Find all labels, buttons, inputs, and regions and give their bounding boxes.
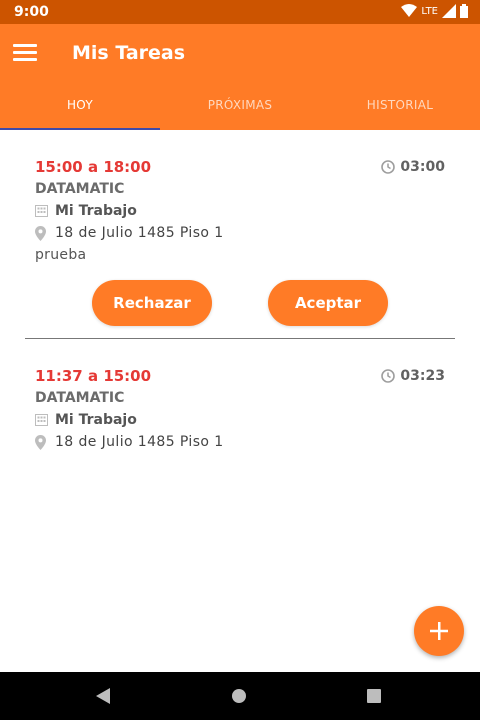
status-bar: 9:00 LTE <box>0 0 480 24</box>
reject-button[interactable]: Rechazar <box>92 280 212 326</box>
tab-proximas[interactable]: PRÓXIMAS <box>160 88 320 130</box>
task-duration: 03:23 <box>381 365 445 387</box>
task-company: DATAMATIC <box>35 181 125 197</box>
task-list: 15:00 a 18:00 03:00 DATAMATIC Mi Trabajo… <box>0 130 480 453</box>
location-pin-icon <box>35 225 55 241</box>
network-type-label: LTE <box>421 5 438 17</box>
plus-icon <box>430 622 448 640</box>
location-pin-icon <box>35 434 55 450</box>
task-workplace: Mi Trabajo <box>55 203 137 219</box>
building-icon <box>35 414 55 426</box>
recents-icon[interactable] <box>367 689 381 703</box>
task-actions: Rechazar Aceptar <box>35 266 445 338</box>
back-icon[interactable] <box>96 688 110 704</box>
building-icon <box>35 205 55 217</box>
system-nav-bar <box>0 672 480 720</box>
battery-icon <box>460 4 468 18</box>
task-duration-value: 03:00 <box>400 159 445 175</box>
clock-icon <box>381 160 396 174</box>
task-note: prueba <box>35 247 87 263</box>
app-bar: Mis Tareas HOY PRÓXIMAS HISTORIAL <box>0 24 480 130</box>
task-card[interactable]: 11:37 a 15:00 03:23 DATAMATIC Mi Trabajo… <box>0 339 480 453</box>
task-card[interactable]: 15:00 a 18:00 03:00 DATAMATIC Mi Trabajo… <box>0 130 480 338</box>
menu-icon[interactable] <box>13 44 37 62</box>
task-address: 18 de Julio 1485 Piso 1 <box>55 434 224 450</box>
tab-bar: HOY PRÓXIMAS HISTORIAL <box>0 88 480 130</box>
page-title: Mis Tareas <box>72 42 186 64</box>
task-address: 18 de Julio 1485 Piso 1 <box>55 225 224 241</box>
home-icon[interactable] <box>232 689 246 703</box>
status-time: 9:00 <box>14 4 49 20</box>
wifi-icon <box>401 4 418 17</box>
status-icons: LTE <box>401 4 468 18</box>
tab-historial[interactable]: HISTORIAL <box>320 88 480 130</box>
task-duration-value: 03:23 <box>400 368 445 384</box>
accept-button[interactable]: Aceptar <box>268 280 388 326</box>
signal-icon <box>442 4 456 18</box>
task-duration: 03:00 <box>381 156 445 178</box>
task-workplace: Mi Trabajo <box>55 412 137 428</box>
task-company: DATAMATIC <box>35 390 125 406</box>
tab-hoy[interactable]: HOY <box>0 88 160 130</box>
clock-icon <box>381 369 396 383</box>
add-task-button[interactable] <box>414 606 464 656</box>
